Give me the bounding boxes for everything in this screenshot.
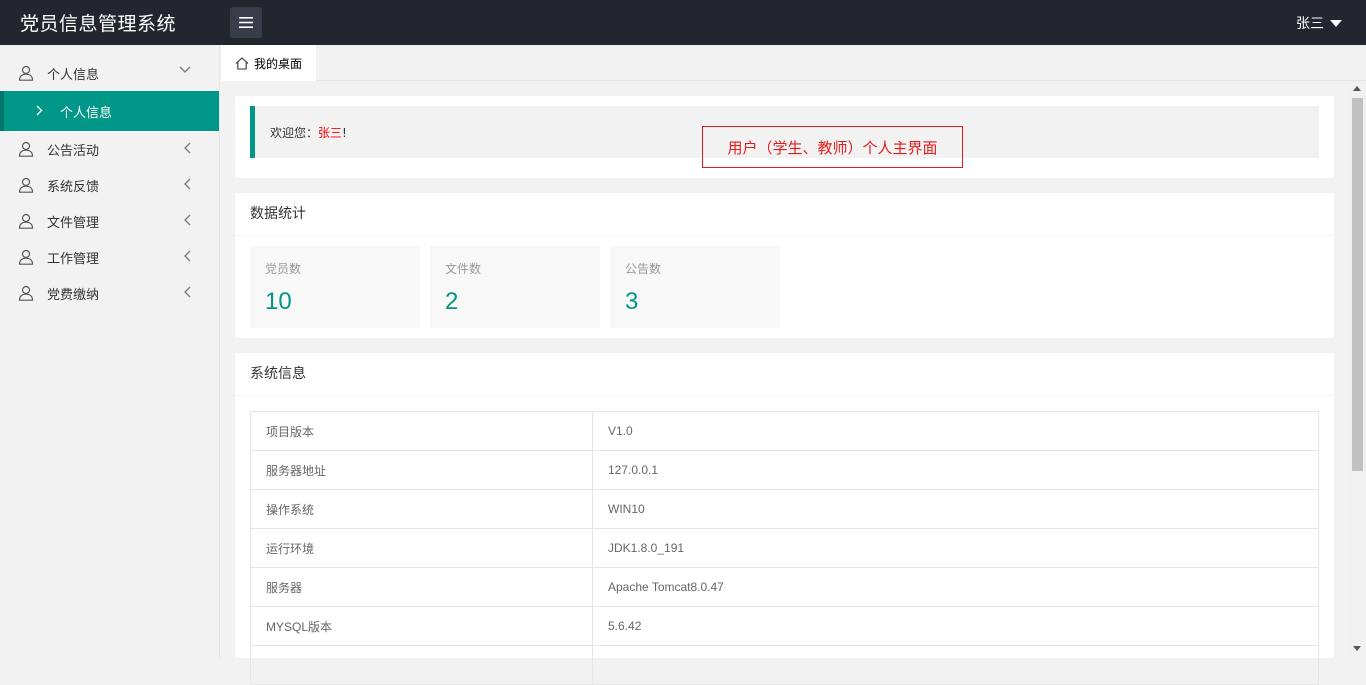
sidebar-item-work[interactable]: 工作管理 — [0, 239, 219, 275]
tab-bar: 我的桌面 — [221, 45, 1366, 81]
user-menu[interactable]: 张三 — [1296, 13, 1342, 33]
welcome-prefix: 欢迎您： — [270, 126, 319, 140]
chevron-left-icon — [184, 214, 191, 226]
sidebar-item-label: 系统反馈 — [47, 179, 100, 195]
sidebar-subitem-label: 个人信息 — [60, 105, 113, 121]
stat-label: 公告数 — [625, 262, 662, 276]
row-value: 127.0.0.1 — [592, 450, 1319, 490]
scroll-up-arrow-icon[interactable] — [1353, 86, 1361, 91]
caret-down-icon — [1330, 19, 1342, 27]
stat-value: 3 — [625, 288, 639, 315]
chevron-right-icon — [36, 105, 43, 116]
page-annotation: 用户（学生、教师）个人主界面 — [702, 126, 963, 168]
chevron-left-icon — [184, 250, 191, 262]
chevron-down-icon — [179, 66, 191, 73]
hamburger-icon — [239, 17, 253, 28]
top-header: 党员信息管理系统 张三 — [0, 0, 1366, 45]
row-key: 服务器地址 — [250, 450, 593, 490]
row-value: 5.6.42 — [592, 606, 1319, 646]
sidebar-item-label: 文件管理 — [47, 215, 100, 231]
user-icon — [18, 213, 34, 229]
tab-my-desktop[interactable]: 我的桌面 — [221, 45, 316, 81]
row-value: Apache Tomcat8.0.47 — [592, 567, 1319, 607]
user-icon — [18, 177, 34, 193]
table-row: 服务器 Apache Tomcat8.0.47 — [250, 567, 1319, 607]
stat-files[interactable]: 文件数 2 — [430, 246, 600, 328]
active-indicator — [0, 91, 4, 131]
sidebar-item-announcements[interactable]: 公告活动 — [0, 131, 219, 167]
sidebar-item-dues[interactable]: 党费缴纳 — [0, 275, 219, 311]
chevron-left-icon — [184, 178, 191, 190]
table-row: 项目版本 V1.0 — [250, 411, 1319, 451]
row-value: JDK1.8.0_191 — [592, 528, 1319, 568]
sidebar-item-label: 个人信息 — [47, 67, 100, 83]
row-key: 项目版本 — [250, 411, 593, 451]
welcome-suffix: ! — [342, 126, 347, 140]
system-info-card: 系统信息 项目版本 V1.0 服务器地址 127.0.0.1 操作系统 WIN10 运… — [235, 353, 1334, 685]
row-value: V1.0 — [592, 411, 1319, 451]
row-key: 服务器 — [250, 567, 593, 607]
row-key: MYSQL版本 — [250, 606, 593, 646]
sidebar-subitem-personal-info[interactable]: 个人信息 — [0, 91, 219, 131]
system-info-table: 项目版本 V1.0 服务器地址 127.0.0.1 操作系统 WIN10 运行环境 JD… — [250, 411, 1319, 685]
table-row: 操作系统 WIN10 — [250, 489, 1319, 529]
row-key: 运行环境 — [250, 528, 593, 568]
row-key — [250, 645, 593, 685]
menu-toggle-button[interactable] — [230, 7, 262, 38]
stat-members[interactable]: 党员数 10 — [250, 246, 420, 328]
welcome-card: 欢迎您：张三! 用户（学生、教师）个人主界面 — [235, 96, 1334, 178]
table-row: MYSQL版本 5.6.42 — [250, 606, 1319, 646]
stat-label: 党员数 — [265, 262, 302, 276]
row-value — [592, 645, 1319, 685]
row-key: 操作系统 — [250, 489, 593, 529]
welcome-text: 欢迎您：张三! — [270, 124, 347, 141]
welcome-user-name: 张三 — [318, 126, 343, 140]
scrollbar-thumb[interactable] — [1352, 98, 1363, 471]
table-row: 运行环境 JDK1.8.0_191 — [250, 528, 1319, 568]
stat-announcements[interactable]: 公告数 3 — [610, 246, 780, 328]
table-row — [250, 645, 1319, 685]
welcome-quote: 欢迎您：张三! 用户（学生、教师）个人主界面 — [250, 106, 1319, 168]
sidebar-item-label: 党费缴纳 — [47, 287, 100, 303]
scroll-down-arrow-icon[interactable] — [1353, 646, 1361, 651]
sidebar-item-label: 工作管理 — [47, 251, 100, 267]
row-value: WIN10 — [592, 489, 1319, 529]
chevron-left-icon — [184, 142, 191, 154]
app-title: 党员信息管理系统 — [20, 13, 177, 35]
user-icon — [18, 65, 34, 81]
stats-card: 数据统计 党员数 10 文件数 2 公告数 3 — [235, 193, 1334, 338]
sidebar-item-feedback[interactable]: 系统反馈 — [0, 167, 219, 203]
stat-label: 文件数 — [445, 262, 482, 276]
stat-value: 2 — [445, 288, 459, 315]
sidebar-item-files[interactable]: 文件管理 — [0, 203, 219, 239]
stats-title: 数据统计 — [235, 193, 1334, 236]
stat-value: 10 — [265, 288, 292, 315]
sidebar-item-personal-info[interactable]: 个人信息 — [0, 55, 219, 91]
chevron-left-icon — [184, 286, 191, 298]
home-icon — [235, 56, 249, 70]
user-icon — [18, 141, 34, 157]
sidebar: 个人信息 个人信息 公告活动 系统反馈 文件管理 工作管理 党费缴纳 — [0, 45, 220, 658]
user-icon — [18, 249, 34, 265]
table-row: 服务器地址 127.0.0.1 — [250, 450, 1319, 490]
user-name: 张三 — [1296, 16, 1324, 32]
sidebar-item-label: 公告活动 — [47, 143, 100, 159]
content-scrollbar[interactable] — [1349, 81, 1366, 658]
user-icon — [18, 285, 34, 301]
tab-label: 我的桌面 — [254, 56, 303, 71]
system-info-title: 系统信息 — [235, 353, 1334, 396]
